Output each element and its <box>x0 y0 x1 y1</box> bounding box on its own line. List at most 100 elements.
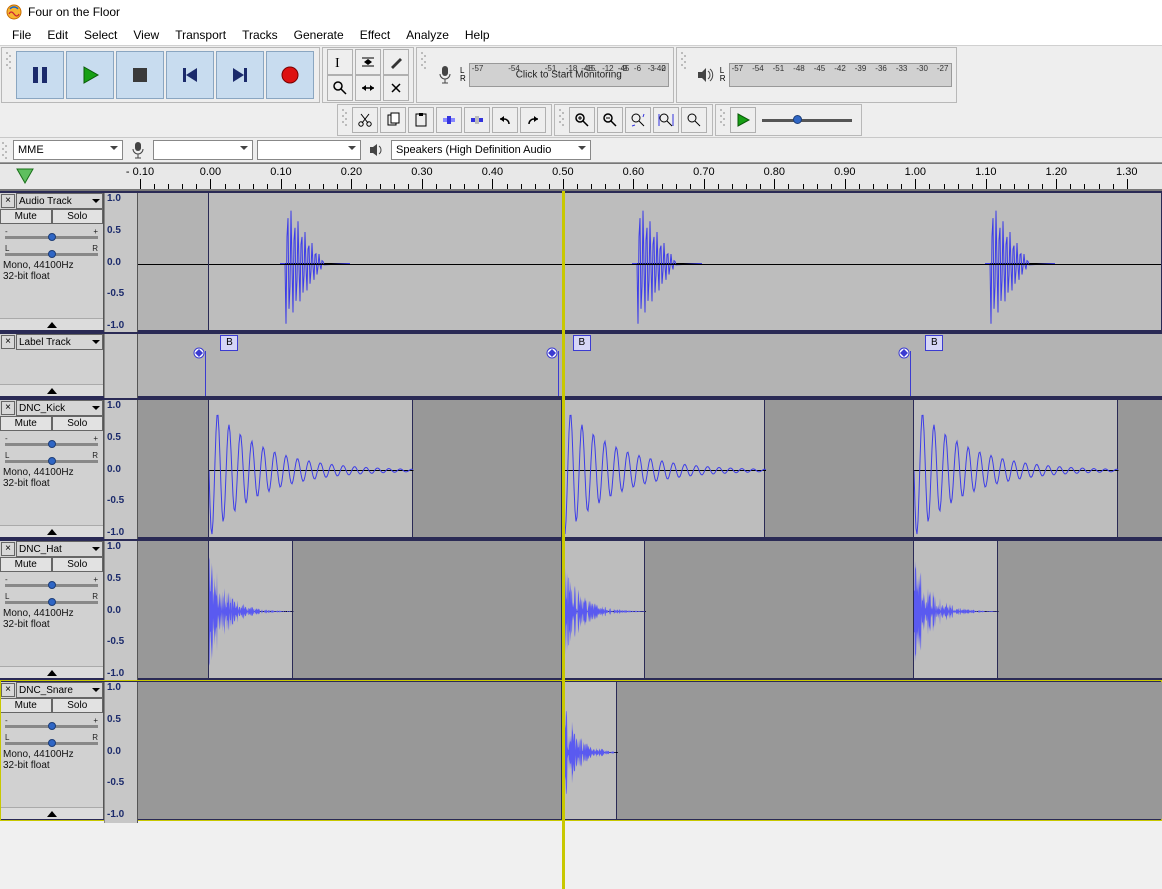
menu-file[interactable]: File <box>4 26 39 44</box>
timeshift-tool[interactable] <box>355 75 381 101</box>
collapse-button[interactable] <box>0 807 103 819</box>
gripper-icon[interactable] <box>6 50 12 100</box>
gripper-icon[interactable] <box>342 107 348 133</box>
menu-select[interactable]: Select <box>76 26 125 44</box>
recording-device-select[interactable] <box>153 140 253 160</box>
audio-clip[interactable] <box>208 400 412 537</box>
solo-button[interactable]: Solo <box>52 416 104 431</box>
gain-slider[interactable]: -+ <box>5 227 98 239</box>
label-track-area[interactable]: BBB <box>138 334 1162 396</box>
draw-tool[interactable] <box>383 49 409 75</box>
selection-tool[interactable]: I <box>327 49 353 75</box>
scale-tick: 1.0 <box>107 682 121 693</box>
gain-slider[interactable]: -+ <box>5 434 98 446</box>
silence-button[interactable] <box>464 107 490 133</box>
gripper-icon[interactable] <box>421 50 427 100</box>
playhead-triangle-icon[interactable] <box>16 168 34 184</box>
recording-channels-select[interactable] <box>257 140 361 160</box>
audio-clip[interactable] <box>913 541 998 678</box>
play-at-speed-button[interactable] <box>730 107 756 133</box>
pause-button[interactable] <box>16 51 64 99</box>
cut-button[interactable] <box>352 107 378 133</box>
track-waveform-area[interactable] <box>138 400 1162 537</box>
gripper-icon[interactable] <box>2 140 8 160</box>
menu-view[interactable]: View <box>125 26 167 44</box>
track-close-button[interactable]: × <box>1 335 15 349</box>
audio-clip[interactable] <box>561 541 646 678</box>
gripper-icon[interactable] <box>681 50 687 100</box>
solo-button[interactable]: Solo <box>52 209 104 224</box>
playback-device-select[interactable]: Speakers (High Definition Audio <box>391 140 591 160</box>
zoom-tool[interactable] <box>327 75 353 101</box>
track-name-menu[interactable]: DNC_Snare <box>16 682 103 698</box>
timeline-ruler[interactable]: - 0.100.000.100.200.300.400.500.600.700.… <box>0 163 1162 191</box>
playback-speed-slider[interactable] <box>757 108 857 132</box>
menu-transport[interactable]: Transport <box>167 26 234 44</box>
gripper-icon[interactable] <box>720 107 726 133</box>
skip-end-button[interactable] <box>216 51 264 99</box>
gripper-icon[interactable] <box>559 107 565 133</box>
zoom-toggle-button[interactable] <box>681 107 707 133</box>
pan-slider[interactable]: LR <box>5 451 98 463</box>
gain-slider[interactable]: -+ <box>5 575 98 587</box>
playback-meter[interactable]: -57-54-51-48-45-42-39-36-33-30-27 <box>729 63 952 87</box>
pan-slider[interactable]: LR <box>5 733 98 745</box>
scale-tick: -1.0 <box>107 809 124 820</box>
menu-analyze[interactable]: Analyze <box>398 26 457 44</box>
stop-button[interactable] <box>116 51 164 99</box>
menu-help[interactable]: Help <box>457 26 498 44</box>
track-name-menu[interactable]: Audio Track <box>16 193 103 209</box>
redo-button[interactable] <box>520 107 546 133</box>
envelope-tool[interactable] <box>355 49 381 75</box>
audio-clip[interactable] <box>561 682 617 819</box>
zoom-in-button[interactable] <box>569 107 595 133</box>
zoom-out-button[interactable] <box>597 107 623 133</box>
track-waveform-area[interactable] <box>138 193 1162 330</box>
audio-clip[interactable] <box>208 541 293 678</box>
track-close-button[interactable]: × <box>1 194 15 208</box>
copy-button[interactable] <box>380 107 406 133</box>
collapse-button[interactable] <box>0 666 103 678</box>
record-button[interactable] <box>266 51 314 99</box>
skip-start-button[interactable] <box>166 51 214 99</box>
track-close-button[interactable]: × <box>1 683 15 697</box>
recording-meter-toolbar: LR -57-54-51-48-45-42 Click to Start Mon… <box>416 47 674 103</box>
track-close-button[interactable]: × <box>1 401 15 415</box>
fit-project-button[interactable] <box>653 107 679 133</box>
solo-button[interactable]: Solo <box>52 557 104 572</box>
track-waveform-area[interactable] <box>138 541 1162 678</box>
menu-tracks[interactable]: Tracks <box>234 26 286 44</box>
trim-button[interactable] <box>436 107 462 133</box>
mute-button[interactable]: Mute <box>0 557 52 572</box>
pan-slider[interactable]: LR <box>5 244 98 256</box>
gain-slider[interactable]: -+ <box>5 716 98 728</box>
track-close-button[interactable]: × <box>1 542 15 556</box>
menu-generate[interactable]: Generate <box>286 26 352 44</box>
track-name-menu[interactable]: DNC_Kick <box>16 400 103 416</box>
track-row: ×DNC_SnareMuteSolo-+LRMono, 44100Hz32-bi… <box>0 680 1162 821</box>
paste-button[interactable] <box>408 107 434 133</box>
collapse-button[interactable] <box>0 318 103 330</box>
collapse-button[interactable] <box>0 384 103 396</box>
mute-button[interactable]: Mute <box>0 698 52 713</box>
mute-button[interactable]: Mute <box>0 416 52 431</box>
title-bar: Four on the Floor <box>0 0 1162 24</box>
tracks-area[interactable]: ×Audio TrackMuteSolo-+LRMono, 44100Hz32-… <box>0 191 1162 889</box>
audio-clip[interactable] <box>561 400 765 537</box>
menu-edit[interactable]: Edit <box>39 26 76 44</box>
solo-button[interactable]: Solo <box>52 698 104 713</box>
play-button[interactable] <box>66 51 114 99</box>
collapse-button[interactable] <box>0 525 103 537</box>
menu-effect[interactable]: Effect <box>352 26 398 44</box>
audio-host-select[interactable]: MME <box>13 140 123 160</box>
fit-selection-button[interactable] <box>625 107 651 133</box>
audio-clip[interactable] <box>913 400 1117 537</box>
track-name-menu[interactable]: Label Track <box>16 334 103 350</box>
mute-button[interactable]: Mute <box>0 209 52 224</box>
undo-button[interactable] <box>492 107 518 133</box>
multi-tool[interactable] <box>383 75 409 101</box>
recording-meter[interactable]: -57-54-51-48-45-42 Click to Start Monito… <box>469 63 669 87</box>
track-waveform-area[interactable] <box>138 682 1162 819</box>
pan-slider[interactable]: LR <box>5 592 98 604</box>
track-name-menu[interactable]: DNC_Hat <box>16 541 103 557</box>
